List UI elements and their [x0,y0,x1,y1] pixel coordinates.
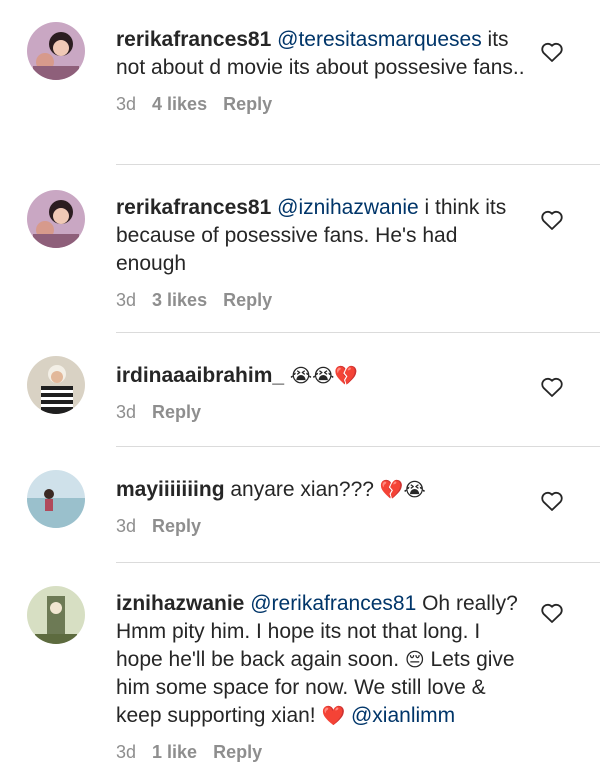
comment-content: mayiiiiiiing anyare xian??? 💔😭 3d Reply [116,476,526,537]
comment-username[interactable]: irdinaaaibrahim_ [116,364,284,387]
divider [116,446,600,447]
mention-link[interactable]: @iznihazwanie [277,196,419,219]
comment-content: rerikafrances81 @iznihazwanie i think it… [116,194,526,311]
comment-likes[interactable]: 3 likes [152,290,207,311]
comment-username[interactable]: rerikafrances81 [116,196,271,219]
reply-button[interactable]: Reply [152,516,201,537]
comment-text: irdinaaaibrahim_ 😭😭💔 [116,362,526,390]
comment-content: irdinaaaibrahim_ 😭😭💔 3d Reply [116,362,526,423]
comment-time: 3d [116,94,137,114]
avatar[interactable] [27,356,85,414]
heart-outline-icon[interactable] [540,602,564,624]
emoji: 😭😭💔 [289,365,358,387]
avatar[interactable] [27,586,85,644]
heart-outline-icon[interactable] [540,376,564,398]
comment-meta: 3d 3 likes Reply [116,290,526,311]
heart-outline-icon[interactable] [540,41,564,63]
comment-likes[interactable]: 1 like [152,742,197,763]
comment-text: rerikafrances81 @iznihazwanie i think it… [116,194,526,278]
avatar[interactable] [27,470,85,528]
comment-text: iznihazwanie @rerikafrances81 Oh really?… [116,590,526,730]
comment-body: anyare xian??? [224,478,374,501]
comment-meta: 3d 1 like Reply [116,742,526,763]
divider [116,562,600,563]
divider [116,164,600,165]
reply-button[interactable]: Reply [152,402,201,423]
comment-text: rerikafrances81 @teresitasmarqueses its … [116,26,526,82]
mention-link[interactable]: @teresitasmarqueses [277,28,482,51]
comment-username[interactable]: mayiiiiiiing [116,478,225,501]
emoji: 💔😭 [379,479,426,501]
mention-link[interactable]: @xianlimm [351,704,455,727]
emoji: ❤️ [321,705,346,727]
comment-meta: 3d 4 likes Reply [116,94,526,115]
reply-button[interactable]: Reply [213,742,262,763]
comment-username[interactable]: rerikafrances81 [116,28,271,51]
reply-button[interactable]: Reply [223,290,272,311]
comment-meta: 3d Reply [116,402,526,423]
comment-time: 3d [116,516,137,536]
comment-time: 3d [116,402,137,422]
comment-meta: 3d Reply [116,516,526,537]
heart-outline-icon[interactable] [540,490,564,512]
emoji: 😔 [404,649,425,671]
comment-username[interactable]: iznihazwanie [116,592,244,615]
avatar[interactable] [27,190,85,248]
comment-content: iznihazwanie @rerikafrances81 Oh really?… [116,590,526,763]
comment-likes[interactable]: 4 likes [152,94,207,115]
avatar[interactable] [27,22,85,80]
comment-time: 3d [116,290,137,310]
heart-outline-icon[interactable] [540,209,564,231]
mention-link[interactable]: @rerikafrances81 [250,592,416,615]
comment-text: mayiiiiiiing anyare xian??? 💔😭 [116,476,526,504]
comment-time: 3d [116,742,137,762]
divider [116,332,600,333]
comment-content: rerikafrances81 @teresitasmarqueses its … [116,26,526,115]
reply-button[interactable]: Reply [223,94,272,115]
